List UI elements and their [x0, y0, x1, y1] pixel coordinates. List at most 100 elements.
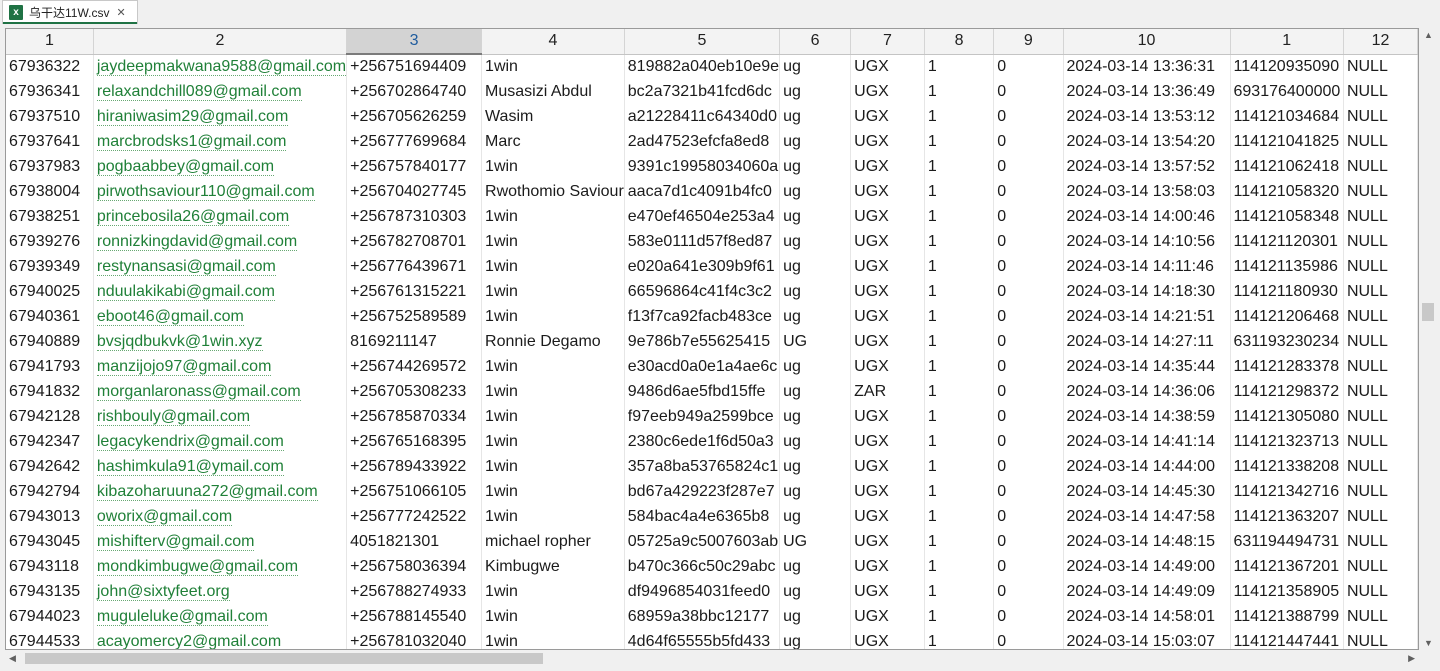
- name-cell[interactable]: 1win: [481, 304, 625, 329]
- name-cell[interactable]: 1win: [481, 379, 625, 404]
- email-link[interactable]: bvsjqdbukvk@1win.xyz: [96, 332, 263, 351]
- number-cell[interactable]: 114121363207: [1230, 504, 1344, 529]
- phone-cell[interactable]: +256777242522: [346, 504, 483, 529]
- number-cell[interactable]: 114121358905: [1230, 579, 1344, 604]
- phone-cell[interactable]: 4051821301: [346, 529, 483, 554]
- column-header[interactable]: 7: [850, 29, 925, 55]
- country-cell[interactable]: ug: [779, 179, 852, 204]
- datetime-cell[interactable]: 2024-03-14 14:18:30: [1063, 279, 1231, 304]
- id-cell[interactable]: 67942347: [6, 429, 94, 454]
- country-cell[interactable]: ug: [779, 479, 852, 504]
- datetime-cell[interactable]: 2024-03-14 14:36:06: [1063, 379, 1231, 404]
- name-cell[interactable]: Musasizi Abdul: [481, 79, 625, 104]
- hash-cell[interactable]: 819882a040eb10e9e: [624, 54, 781, 79]
- datetime-cell[interactable]: 2024-03-14 14:00:46: [1063, 204, 1231, 229]
- number-cell[interactable]: 114121206468: [1230, 304, 1344, 329]
- email-link[interactable]: muguleluke@gmail.com: [96, 607, 268, 626]
- email-cell[interactable]: rishbouly@gmail.com: [93, 404, 348, 429]
- flag-cell[interactable]: 1: [924, 104, 995, 129]
- null-cell[interactable]: NULL: [1343, 154, 1418, 179]
- id-cell[interactable]: 67939276: [6, 229, 94, 254]
- hash-cell[interactable]: f13f7ca92facb483ce: [624, 304, 781, 329]
- email-link[interactable]: marcbrodsks1@gmail.com: [96, 132, 287, 151]
- column-header[interactable]: 2: [93, 29, 348, 55]
- number-cell[interactable]: 114121342716: [1230, 479, 1344, 504]
- status-cell[interactable]: 0: [993, 579, 1064, 604]
- status-cell[interactable]: 0: [993, 104, 1064, 129]
- status-cell[interactable]: 0: [993, 479, 1064, 504]
- null-cell[interactable]: NULL: [1343, 254, 1418, 279]
- id-cell[interactable]: 67943135: [6, 579, 94, 604]
- country-cell[interactable]: UG: [779, 329, 852, 354]
- name-cell[interactable]: michael ropher: [481, 529, 625, 554]
- email-cell[interactable]: kibazoharuuna272@gmail.com: [93, 479, 348, 504]
- country-cell[interactable]: ug: [779, 629, 852, 649]
- null-cell[interactable]: NULL: [1343, 104, 1418, 129]
- email-cell[interactable]: jaydeepmakwana9588@gmail.com: [93, 54, 348, 79]
- phone-cell[interactable]: +256788145540: [346, 604, 483, 629]
- datetime-cell[interactable]: 2024-03-14 14:48:15: [1063, 529, 1231, 554]
- id-cell[interactable]: 67942642: [6, 454, 94, 479]
- country-cell[interactable]: ug: [779, 604, 852, 629]
- currency-cell[interactable]: UGX: [850, 529, 925, 554]
- column-header[interactable]: 1: [1230, 29, 1344, 55]
- email-cell[interactable]: ronnizkingdavid@gmail.com: [93, 229, 348, 254]
- flag-cell[interactable]: 1: [924, 329, 995, 354]
- null-cell[interactable]: NULL: [1343, 179, 1418, 204]
- name-cell[interactable]: 1win: [481, 579, 625, 604]
- name-cell[interactable]: Ronnie Degamo: [481, 329, 625, 354]
- spreadsheet-grid[interactable]: 1 2 3 4 5 6 7 8 9 10 1 12 67936322 jaydee…: [5, 28, 1419, 650]
- currency-cell[interactable]: UGX: [850, 79, 925, 104]
- null-cell[interactable]: NULL: [1343, 579, 1418, 604]
- number-cell[interactable]: 114121305080: [1230, 404, 1344, 429]
- datetime-cell[interactable]: 2024-03-14 13:54:20: [1063, 129, 1231, 154]
- status-cell[interactable]: 0: [993, 254, 1064, 279]
- email-link[interactable]: hashimkula91@ymail.com: [96, 457, 284, 476]
- datetime-cell[interactable]: 2024-03-14 13:57:52: [1063, 154, 1231, 179]
- name-cell[interactable]: 1win: [481, 354, 625, 379]
- currency-cell[interactable]: UGX: [850, 579, 925, 604]
- number-cell[interactable]: 114121180930: [1230, 279, 1344, 304]
- number-cell[interactable]: 114121058320: [1230, 179, 1344, 204]
- currency-cell[interactable]: UGX: [850, 304, 925, 329]
- column-header[interactable]: 1: [6, 29, 94, 55]
- column-header[interactable]: 4: [481, 29, 625, 55]
- email-cell[interactable]: marcbrodsks1@gmail.com: [93, 129, 348, 154]
- email-cell[interactable]: mondkimbugwe@gmail.com: [93, 554, 348, 579]
- id-cell[interactable]: 67943013: [6, 504, 94, 529]
- status-cell[interactable]: 0: [993, 129, 1064, 154]
- file-tab[interactable]: x 乌干达11W.csv ✕: [2, 0, 138, 24]
- number-cell[interactable]: 114121062418: [1230, 154, 1344, 179]
- hash-cell[interactable]: 584bac4a4e6365b8: [624, 504, 781, 529]
- phone-cell[interactable]: +256704027745: [346, 179, 483, 204]
- status-cell[interactable]: 0: [993, 504, 1064, 529]
- number-cell[interactable]: 114121034684: [1230, 104, 1344, 129]
- id-cell[interactable]: 67937983: [6, 154, 94, 179]
- name-cell[interactable]: 1win: [481, 154, 625, 179]
- null-cell[interactable]: NULL: [1343, 79, 1418, 104]
- id-cell[interactable]: 67938004: [6, 179, 94, 204]
- column-header[interactable]: 5: [624, 29, 781, 55]
- email-link[interactable]: kibazoharuuna272@gmail.com: [96, 482, 318, 501]
- email-cell[interactable]: bvsjqdbukvk@1win.xyz: [93, 329, 348, 354]
- datetime-cell[interactable]: 2024-03-14 13:36:31: [1063, 54, 1231, 79]
- id-cell[interactable]: 67937510: [6, 104, 94, 129]
- email-link[interactable]: eboot46@gmail.com: [96, 307, 244, 326]
- email-cell[interactable]: relaxandchill089@gmail.com: [93, 79, 348, 104]
- id-cell[interactable]: 67943045: [6, 529, 94, 554]
- name-cell[interactable]: 1win: [481, 54, 625, 79]
- status-cell[interactable]: 0: [993, 279, 1064, 304]
- id-cell[interactable]: 67940889: [6, 329, 94, 354]
- email-cell[interactable]: acayomercy2@gmail.com: [93, 629, 348, 649]
- flag-cell[interactable]: 1: [924, 454, 995, 479]
- email-link[interactable]: nduulakikabi@gmail.com: [96, 282, 275, 301]
- id-cell[interactable]: 67936322: [6, 54, 94, 79]
- hash-cell[interactable]: f97eeb949a2599bce: [624, 404, 781, 429]
- status-cell[interactable]: 0: [993, 604, 1064, 629]
- email-link[interactable]: legacykendrix@gmail.com: [96, 432, 284, 451]
- email-cell[interactable]: hashimkula91@ymail.com: [93, 454, 348, 479]
- number-cell[interactable]: 114121058348: [1230, 204, 1344, 229]
- country-cell[interactable]: ug: [779, 579, 852, 604]
- name-cell[interactable]: Kimbugwe: [481, 554, 625, 579]
- hash-cell[interactable]: e470ef46504e253a4: [624, 204, 781, 229]
